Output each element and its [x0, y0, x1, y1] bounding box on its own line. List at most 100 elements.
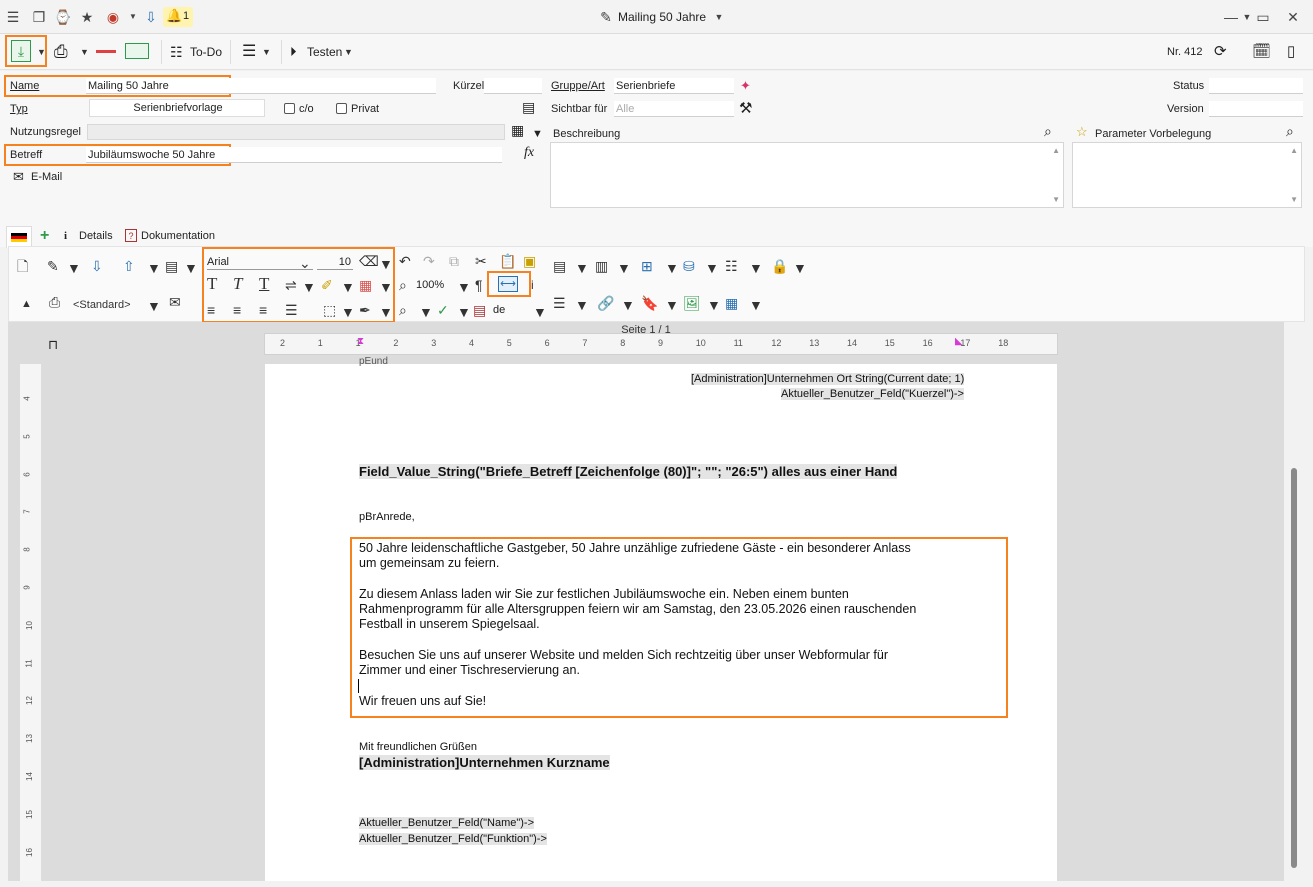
left-indent-marker[interactable]: ⧗ [357, 336, 364, 347]
search-icon[interactable]: ⌕ [399, 301, 407, 319]
beschreibung-zoom-icon[interactable]: ⌕ [1044, 123, 1052, 140]
color-palette-icon[interactable]: ▦ [359, 276, 372, 294]
paste-icon[interactable]: 📋 [499, 252, 516, 270]
spellcheck-icon[interactable]: ✓ [437, 301, 449, 319]
field-view-icon[interactable]: ⟷ [498, 276, 518, 292]
envelope-icon[interactable]: ✉ [169, 293, 181, 311]
bookmark-icon[interactable]: 🔖 [641, 294, 658, 312]
table-dropdown-icon[interactable]: ▼ [749, 296, 763, 314]
page-setup-dropdown-icon[interactable]: ▼ [184, 259, 198, 277]
new-document-icon[interactable]: 🗋 [17, 257, 28, 275]
delete-icon[interactable] [96, 50, 116, 53]
test-dropdown-icon[interactable]: ▼ [344, 40, 353, 64]
image-icon[interactable]: 🖼 [683, 294, 701, 312]
font-name-select[interactable]: Arial [207, 254, 313, 270]
header-footer-dropdown-icon[interactable]: ▼ [575, 259, 589, 277]
betreff-field[interactable]: Jubiläumswoche 50 Jahre [86, 147, 502, 163]
document-fields-dropdown-icon[interactable]: ▼ [617, 259, 631, 277]
navigator-dropdown-icon[interactable]: ▼ [124, 8, 142, 26]
history-icon[interactable]: ⟳ [1214, 40, 1227, 64]
highlight-color-icon[interactable]: ✐ [321, 276, 333, 294]
document-page[interactable]: pEund [Administration]Unternehmen Ort St… [265, 356, 1057, 881]
ruler-toggle-icon[interactable]: ⊓ [48, 337, 58, 353]
lock-icon[interactable]: 🔒 [771, 257, 788, 275]
tab-details[interactable]: Details [75, 226, 117, 246]
nutzungsregel-field[interactable] [87, 124, 505, 140]
align-left-icon[interactable]: ≡ [207, 301, 215, 319]
search-dropdown-icon[interactable]: ▼ [419, 303, 433, 321]
borders-icon[interactable]: ⬚ [323, 301, 336, 319]
insert-field-icon[interactable]: ⊞ [641, 257, 653, 275]
database-icon[interactable]: ⛁ [683, 257, 695, 275]
style-selector[interactable]: <Standard> [73, 296, 131, 314]
sidebar-toggle-icon[interactable]: ▯ [1287, 40, 1295, 64]
redo-icon[interactable]: ↷ [423, 252, 435, 270]
style-dropdown-icon[interactable]: ▼ [147, 297, 161, 315]
privat-checkbox[interactable]: Privat [336, 103, 379, 115]
format-painter-dropdown-icon[interactable]: ▼ [379, 303, 393, 321]
edit-template-dropdown-icon[interactable]: ▼ [67, 259, 81, 277]
select-all-icon[interactable]: ▣ [523, 252, 536, 270]
todo-button[interactable]: To-Do [190, 40, 222, 64]
recent-icon[interactable]: ⌚ [54, 8, 72, 26]
scroll-up-icon[interactable]: ▲ [1290, 146, 1298, 155]
table-icon[interactable]: ▦ [725, 294, 738, 312]
navigator-icon[interactable]: ◉ [104, 8, 122, 26]
scroll-down-icon[interactable]: ▼ [1290, 195, 1298, 204]
print-icon[interactable]: ⎙ [54, 40, 68, 64]
save-dropdown-icon[interactable]: ▼ [37, 47, 46, 57]
beschreibung-textarea[interactable]: ▲ ▼ [550, 142, 1064, 208]
bookmark-dropdown-icon[interactable]: ▼ [665, 296, 679, 314]
sichtbar-field[interactable]: Alle [614, 101, 734, 117]
list-export-icon[interactable]: ☰ [242, 40, 256, 64]
rule-edit-icon[interactable]: ▦ [511, 122, 524, 139]
spellcheck-dropdown-icon[interactable]: ▼ [457, 303, 471, 321]
save-button-group[interactable]: ⤓ ▼ [5, 35, 47, 67]
clear-format-dropdown-icon[interactable]: ▼ [379, 255, 393, 273]
right-indent-marker[interactable]: ◣ [955, 336, 963, 347]
clear-format-icon[interactable]: ⌫ [359, 252, 379, 270]
format-painter-icon[interactable]: ✒ [359, 301, 371, 319]
link-record-icon[interactable] [125, 43, 149, 59]
page-setup-icon[interactable]: ▤ [165, 257, 178, 275]
insert-field-dropdown-icon[interactable]: ▼ [665, 259, 679, 277]
language-dropdown-icon[interactable]: ▼ [533, 303, 547, 321]
parameter-textarea[interactable]: ▲ ▼ [1072, 142, 1302, 208]
sparkle-icon[interactable]: ✦ [740, 78, 751, 94]
italic-icon[interactable]: T [233, 275, 242, 293]
horizontal-ruler[interactable]: 2 1 1 2 3 4 5 6 7 8 9 10 11 12 13 14 15 16 17 18 ⧗ ◣ [264, 333, 1058, 355]
zoom-level[interactable]: 100% [416, 279, 444, 291]
co-checkbox[interactable]: c/o [284, 103, 314, 115]
print-dropdown-icon[interactable]: ▼ [80, 40, 89, 64]
todo-icon[interactable]: ☷ [170, 40, 183, 64]
add-language-icon[interactable]: + [36, 226, 53, 246]
close-icon[interactable]: ✕ [1284, 8, 1302, 26]
table-layout-icon[interactable]: ☷ [725, 257, 738, 275]
privat-checkbox-box[interactable] [336, 103, 347, 114]
underline-icon[interactable]: T [259, 275, 269, 293]
tools-icon[interactable]: ⚒ [739, 99, 752, 117]
justify-icon[interactable]: ☰ [285, 301, 298, 319]
inbox-icon[interactable]: ⇩ [142, 8, 160, 26]
copy-icon[interactable]: ⧉ [449, 252, 459, 270]
schedule-icon[interactable]: 🗓 [1252, 40, 1271, 64]
hyperlink-icon[interactable]: 🔗 [597, 294, 614, 312]
status-field[interactable] [1209, 78, 1303, 94]
hamburger-menu-icon[interactable]: ☰ [4, 8, 22, 26]
kuerzel-field[interactable] [484, 78, 542, 94]
version-field[interactable] [1209, 101, 1303, 117]
font-name-dropdown-icon[interactable]: ⌄ [299, 254, 311, 272]
address-card-icon[interactable]: ▤ [522, 99, 535, 116]
zoom-icon[interactable]: ⌕ [399, 276, 407, 294]
email-label[interactable]: E-Mail [31, 171, 62, 183]
bold-icon[interactable]: T [207, 275, 217, 293]
title-dropdown-icon[interactable]: ▼ [710, 8, 728, 26]
undo-icon[interactable]: ↶ [399, 252, 411, 270]
co-checkbox-box[interactable] [284, 103, 295, 114]
favorites-icon[interactable]: ★ [78, 8, 96, 26]
typ-field[interactable]: Serienbriefvorlage [89, 99, 265, 117]
lock-dropdown-icon[interactable]: ▼ [793, 259, 807, 277]
edit-template-icon[interactable]: ✎ [47, 257, 59, 275]
notification-button[interactable]: 🔔 1 [163, 7, 193, 27]
scrollbar-thumb[interactable] [1291, 468, 1297, 868]
